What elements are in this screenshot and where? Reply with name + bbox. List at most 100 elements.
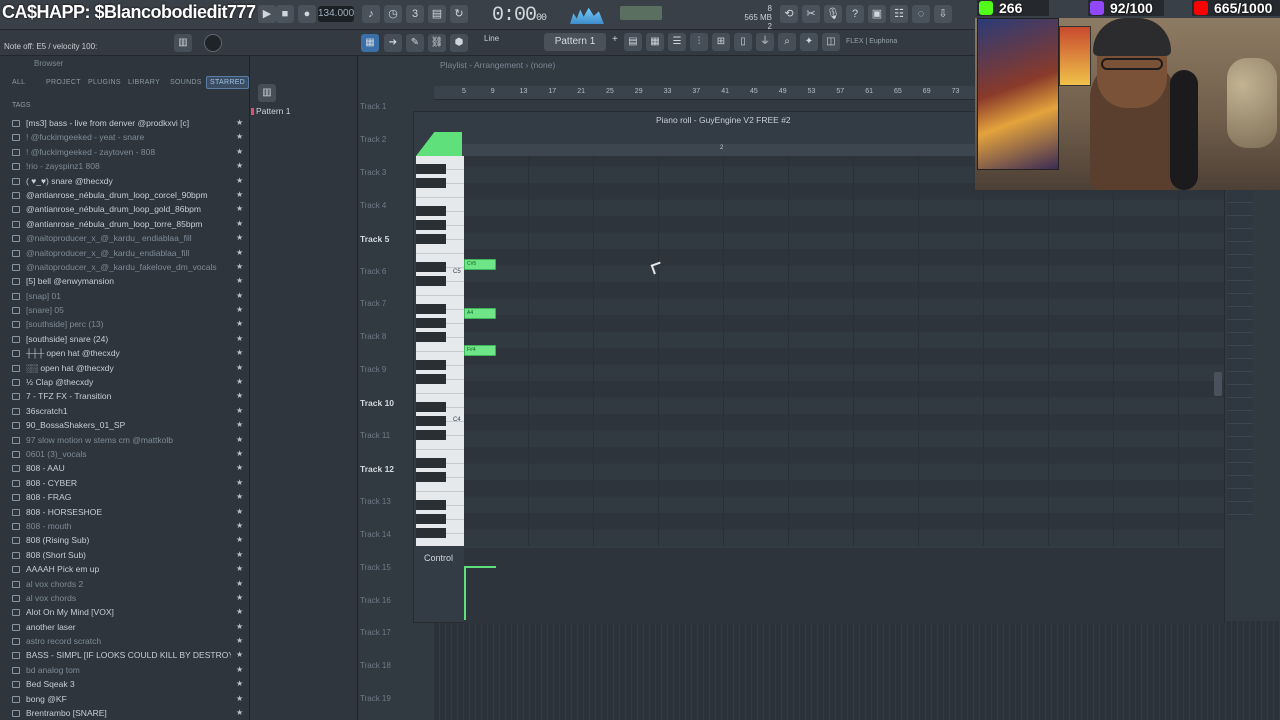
tab-plugins[interactable]: PLUGINS bbox=[88, 79, 121, 86]
black-key[interactable] bbox=[416, 318, 446, 328]
browser-list-item[interactable]: bd analog tom ★ bbox=[0, 663, 250, 677]
browser-list-item[interactable]: 808 - HORSESHOE ★ bbox=[0, 505, 250, 519]
pattern-song-toggle[interactable]: ▦ bbox=[361, 34, 379, 52]
master-pitch-knob[interactable] bbox=[204, 34, 222, 52]
black-key[interactable] bbox=[416, 374, 446, 384]
note-grid[interactable]: C#5 A4 F#4 bbox=[464, 156, 1224, 546]
black-key[interactable] bbox=[416, 528, 446, 538]
browser-list-item[interactable]: AAAAH Pick em up ★ bbox=[0, 562, 250, 576]
tempo-display[interactable]: 134.000 bbox=[318, 6, 354, 22]
browser-list-item[interactable]: ½ Clap @thecxdy ★ bbox=[0, 375, 250, 389]
chat-icon[interactable]: ◌ bbox=[912, 5, 930, 23]
browser-list-item[interactable]: 36scratch1 ★ bbox=[0, 404, 250, 418]
track-header[interactable]: Track 17 bbox=[360, 628, 416, 637]
browser-list-item[interactable]: 0601 (3)_vocals ★ bbox=[0, 447, 250, 461]
pattern-selector[interactable]: Pattern 1 bbox=[544, 33, 606, 51]
browser-list-item[interactable]: ( ♥_♥) snare @thecxdy ★ bbox=[0, 174, 250, 188]
track-header[interactable]: Track 10 bbox=[360, 398, 416, 408]
star-icon[interactable]: ★ bbox=[236, 533, 243, 547]
browser-list-item[interactable]: @antianrose_nébula_drum_loop_gold_86bpm ★ bbox=[0, 202, 250, 216]
black-key[interactable] bbox=[416, 458, 446, 468]
step-edit-icon[interactable]: ▤ bbox=[428, 5, 446, 23]
star-icon[interactable]: ★ bbox=[236, 260, 243, 274]
star-icon[interactable]: ★ bbox=[236, 663, 243, 677]
track-header[interactable]: Track 19 bbox=[360, 694, 416, 703]
track-header[interactable]: Track 5 bbox=[360, 234, 416, 244]
black-key[interactable] bbox=[416, 430, 446, 440]
browser-list-item[interactable]: @naitoproducer_x_@_kardu_fakelove_dm_voc… bbox=[0, 260, 250, 274]
save-icon[interactable]: ▣ bbox=[868, 5, 886, 23]
stamp-icon[interactable]: ⬢ bbox=[450, 34, 468, 52]
black-key[interactable] bbox=[416, 262, 446, 272]
browser-list-item[interactable]: astro record scratch ★ bbox=[0, 634, 250, 648]
event-editor[interactable] bbox=[464, 548, 1224, 623]
note-a4[interactable]: A4 bbox=[464, 308, 496, 319]
black-key[interactable] bbox=[416, 206, 446, 216]
star-icon[interactable]: ★ bbox=[236, 317, 243, 331]
browser-list-item[interactable]: Brentrambo [SNARE] ★ bbox=[0, 706, 250, 720]
track-header[interactable]: Track 7 bbox=[360, 299, 416, 308]
browser-list-item[interactable]: [ms3] bass - live from denver @prodkxvi … bbox=[0, 116, 250, 130]
mixer-window-icon[interactable]: ⫶ bbox=[690, 33, 708, 51]
browser-list-item[interactable]: ░░ open hat @thecxdy ★ bbox=[0, 361, 250, 375]
star-icon[interactable]: ★ bbox=[236, 706, 243, 720]
star-icon[interactable]: ★ bbox=[236, 303, 243, 317]
browser-list-item[interactable]: [southside] snare (24) ★ bbox=[0, 332, 250, 346]
star-icon[interactable]: ★ bbox=[236, 389, 243, 403]
track-header[interactable]: Track 6 bbox=[360, 267, 416, 276]
file-icon[interactable]: ▯ bbox=[734, 33, 752, 51]
link-icon[interactable]: ⛓ bbox=[428, 34, 446, 52]
event-editor-label[interactable]: Control bbox=[424, 553, 453, 563]
star-icon[interactable]: ★ bbox=[236, 605, 243, 619]
black-key[interactable] bbox=[416, 402, 446, 412]
tab-library[interactable]: LIBRARY bbox=[128, 79, 160, 86]
black-key[interactable] bbox=[416, 220, 446, 230]
track-header[interactable]: Track 4 bbox=[360, 201, 416, 210]
star-icon[interactable]: ★ bbox=[236, 202, 243, 216]
piano-keyboard[interactable]: C5 C4 bbox=[416, 156, 464, 546]
piano-icon[interactable]: ▥ bbox=[174, 34, 192, 52]
star-icon[interactable]: ★ bbox=[236, 490, 243, 504]
star-icon[interactable]: ★ bbox=[236, 116, 243, 130]
browser-list-item[interactable]: BASS - SIMPL [IF LOOKS COULD KILL BY DES… bbox=[0, 648, 250, 662]
channel-rack-icon[interactable]: ☰ bbox=[668, 33, 686, 51]
black-key[interactable] bbox=[416, 234, 446, 244]
black-key[interactable] bbox=[416, 178, 446, 188]
master-volume[interactable] bbox=[620, 6, 662, 20]
track-header[interactable]: Track 1 bbox=[360, 102, 416, 111]
star-icon[interactable]: ★ bbox=[236, 461, 243, 475]
star-icon[interactable]: ★ bbox=[236, 476, 243, 490]
piano-roll-scrollbar[interactable] bbox=[1214, 372, 1222, 396]
star-icon[interactable]: ★ bbox=[236, 188, 243, 202]
tab-project[interactable]: PROJECT bbox=[46, 79, 81, 86]
star-icon[interactable]: ★ bbox=[236, 433, 243, 447]
black-key[interactable] bbox=[416, 164, 446, 174]
black-key[interactable] bbox=[416, 514, 446, 524]
browser-list-item[interactable]: 7 - TFZ FX - Transition ★ bbox=[0, 389, 250, 403]
browser-list-item[interactable]: bong @KF ★ bbox=[0, 692, 250, 706]
browser-list-item[interactable]: @antianrose_nébula_drum_loop_torre_85bpm… bbox=[0, 217, 250, 231]
star-icon[interactable]: ★ bbox=[236, 130, 243, 144]
plug-icon[interactable]: ⏚ bbox=[756, 33, 774, 51]
browser-list-item[interactable]: @antianrose_nébula_drum_loop_corcel_90bp… bbox=[0, 188, 250, 202]
help-icon[interactable]: ? bbox=[846, 5, 864, 23]
star-icon[interactable]: ★ bbox=[236, 519, 243, 533]
note-fs4[interactable]: F#4 bbox=[464, 345, 496, 356]
track-header[interactable]: Track 8 bbox=[360, 332, 416, 341]
record-icon[interactable]: ● bbox=[298, 5, 316, 23]
velocity-handle[interactable] bbox=[464, 566, 496, 568]
star-icon[interactable]: ★ bbox=[236, 418, 243, 432]
star-icon[interactable]: ★ bbox=[236, 505, 243, 519]
star-icon[interactable]: ★ bbox=[236, 634, 243, 648]
star-icon[interactable]: ★ bbox=[236, 274, 243, 288]
star-icon[interactable]: ★ bbox=[236, 332, 243, 346]
add-pattern-icon[interactable]: + bbox=[612, 34, 618, 45]
play-icon[interactable]: ▶ bbox=[258, 5, 276, 23]
browser-icon[interactable]: ⌕ bbox=[778, 33, 796, 51]
pattern-list-item[interactable]: Pattern 1 bbox=[251, 106, 291, 116]
star-icon[interactable]: ★ bbox=[236, 562, 243, 576]
star-icon[interactable]: ★ bbox=[236, 289, 243, 303]
mic-icon[interactable]: 🎙 bbox=[824, 5, 842, 23]
velocity-bar[interactable] bbox=[464, 568, 466, 620]
star-icon[interactable]: ★ bbox=[236, 404, 243, 418]
